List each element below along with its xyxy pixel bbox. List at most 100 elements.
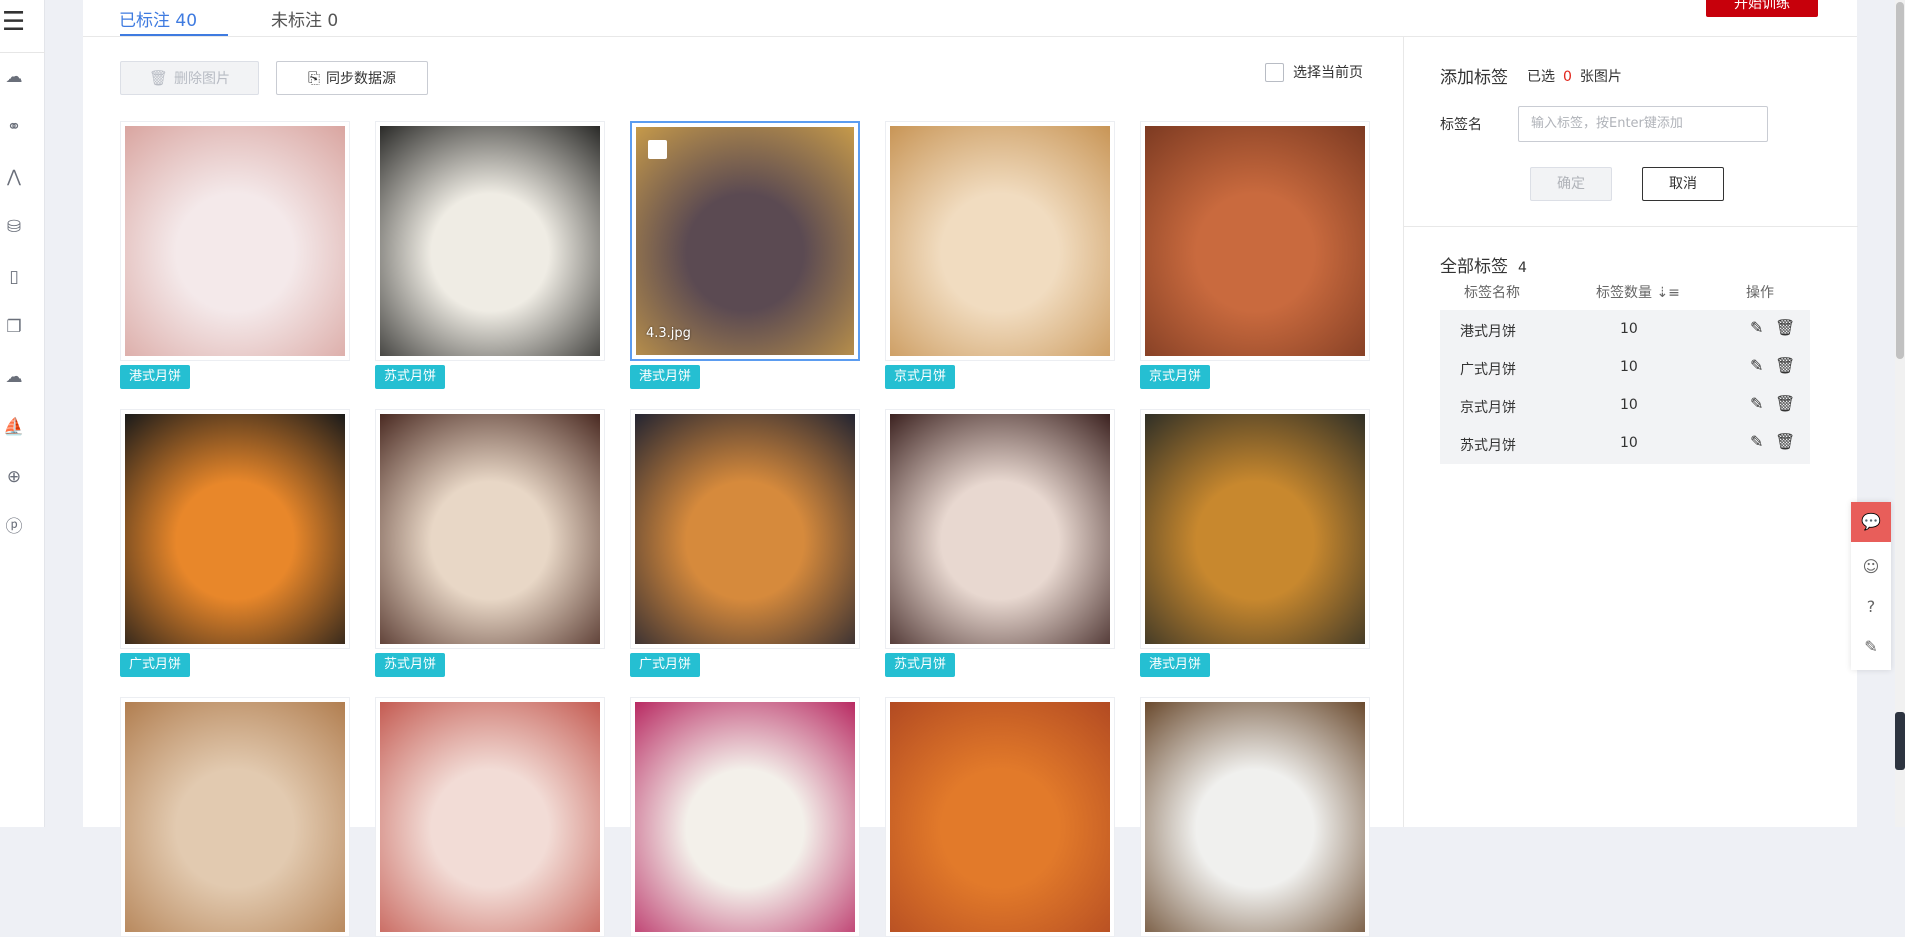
mooncake-photo xyxy=(125,702,345,932)
delete-icon[interactable]: 🗑 xyxy=(1775,356,1795,375)
mooncake-photo xyxy=(1145,702,1365,932)
image-thumbnail[interactable] xyxy=(120,409,350,649)
confirm-button[interactable]: 确定 xyxy=(1530,167,1612,201)
label-panel: 添加标签 已选 0 张图片 标签名 输入标签，按Enter键添加 确定 取消 全部标… xyxy=(1403,37,1858,827)
page-scrollbar[interactable] xyxy=(1895,0,1905,827)
image-thumbnail[interactable] xyxy=(375,409,605,649)
image-thumbnail[interactable] xyxy=(375,697,605,937)
image-card[interactable]: 京式月饼 xyxy=(1140,121,1370,389)
select-current-page[interactable]: 选择当前页 xyxy=(1265,62,1363,82)
network-icon[interactable]: ⋀ xyxy=(3,166,25,188)
image-card[interactable]: 港式月饼 xyxy=(1140,409,1370,677)
help-icon[interactable]: ? xyxy=(1851,587,1891,627)
note-icon[interactable]: ✎ xyxy=(1851,627,1891,667)
image-thumbnail[interactable] xyxy=(1140,121,1370,361)
chat-icon[interactable]: 💬 xyxy=(1851,502,1891,542)
mooncake-photo xyxy=(380,702,600,932)
smile-icon[interactable]: ☺ xyxy=(1851,547,1891,587)
mooncake-photo xyxy=(1145,414,1365,644)
edit-icon[interactable]: ✎ xyxy=(1750,394,1763,413)
label-input[interactable]: 输入标签，按Enter键添加 xyxy=(1518,106,1768,142)
selected-count: 已选 0 张图片 xyxy=(1527,66,1622,86)
side-handle[interactable] xyxy=(1895,712,1905,770)
image-tag: 京式月饼 xyxy=(885,365,956,389)
edit-icon[interactable]: ✎ xyxy=(1750,318,1763,337)
mooncake-photo xyxy=(890,702,1110,932)
label-row-name: 广式月饼 xyxy=(1460,362,1516,378)
image-thumbnail[interactable] xyxy=(885,121,1115,361)
image-tag: 京式月饼 xyxy=(1140,365,1211,389)
mooncake-photo xyxy=(125,126,345,356)
image-thumbnail[interactable] xyxy=(120,697,350,937)
label-row-name: 京式月饼 xyxy=(1460,400,1516,416)
image-card[interactable]: 广式月饼 xyxy=(120,409,350,677)
image-card[interactable]: 广式月饼 xyxy=(630,409,860,677)
selected-prefix: 已选 xyxy=(1527,69,1555,85)
image-card[interactable] xyxy=(1140,697,1370,937)
col-label-count[interactable]: 标签数量 ⇣≡ xyxy=(1596,282,1680,302)
select-page-checkbox[interactable] xyxy=(1265,62,1284,82)
start-training-button[interactable]: 开始训练 xyxy=(1706,0,1818,17)
image-thumbnail[interactable] xyxy=(375,121,605,361)
delete-images-label: 删除图片 xyxy=(174,71,231,87)
image-select-checkbox[interactable] xyxy=(648,140,667,159)
image-card[interactable] xyxy=(630,697,860,937)
sort-icon[interactable]: ⇣≡ xyxy=(1656,285,1679,301)
col-label-count-text: 标签数量 xyxy=(1596,285,1652,301)
label-row-count: 10 xyxy=(1620,435,1638,451)
image-card[interactable]: 4.3.jpg 港式月饼 xyxy=(630,121,860,389)
edit-icon[interactable]: ✎ xyxy=(1750,356,1763,375)
image-tag: 港式月饼 xyxy=(1140,653,1211,677)
database-icon[interactable]: ⛁ xyxy=(3,216,25,238)
menu-icon[interactable]: ☰ xyxy=(2,9,28,36)
mooncake-photo xyxy=(380,126,600,356)
cloud-check-icon[interactable]: ☁ xyxy=(3,366,25,388)
image-card[interactable]: 苏式月饼 xyxy=(375,409,605,677)
panel-divider xyxy=(1404,226,1858,227)
image-card[interactable]: 苏式月饼 xyxy=(375,121,605,389)
cluster-icon[interactable]: ⚭ xyxy=(3,116,25,138)
label-row-count: 10 xyxy=(1620,397,1638,413)
rail-divider xyxy=(0,52,45,53)
ip-icon[interactable]: ⓟ xyxy=(3,516,25,538)
col-label-name: 标签名称 xyxy=(1464,285,1520,301)
image-card[interactable]: 京式月饼 xyxy=(885,121,1115,389)
mooncake-photo xyxy=(890,126,1110,356)
image-thumbnail[interactable]: 4.3.jpg xyxy=(630,121,860,361)
image-thumbnail[interactable] xyxy=(630,409,860,649)
scrollbar-thumb[interactable] xyxy=(1896,2,1904,359)
col-ops: 操作 xyxy=(1746,285,1774,301)
image-tag: 苏式月饼 xyxy=(375,653,446,677)
image-thumbnail[interactable] xyxy=(885,697,1115,937)
delete-icon[interactable]: 🗑 xyxy=(1775,318,1795,337)
image-card[interactable] xyxy=(120,697,350,937)
mooncake-photo xyxy=(890,414,1110,644)
main-content: 已标注 40 未标注 0 开始训练 🗑 删除图片 ⎘ 同步数据源 选择当前页 港… xyxy=(83,0,1858,937)
delete-images-button[interactable]: 🗑 删除图片 xyxy=(120,61,259,95)
image-filename: 4.3.jpg xyxy=(646,326,691,341)
image-thumbnail[interactable] xyxy=(630,697,860,937)
delete-icon[interactable]: 🗑 xyxy=(1775,394,1795,413)
sync-datasource-button[interactable]: ⎘ 同步数据源 xyxy=(276,61,428,95)
tab-labeled[interactable]: 已标注 40 xyxy=(119,6,197,31)
image-thumbnail[interactable] xyxy=(1140,697,1370,937)
image-card[interactable]: 苏式月饼 xyxy=(885,409,1115,677)
image-card[interactable] xyxy=(375,697,605,937)
copy-icon[interactable]: ❐ xyxy=(3,316,25,338)
delete-icon[interactable]: 🗑 xyxy=(1775,432,1795,451)
select-page-label: 选择当前页 xyxy=(1293,65,1363,81)
image-thumbnail[interactable] xyxy=(885,409,1115,649)
globe-icon[interactable]: ⊕ xyxy=(3,466,25,488)
all-labels-title: 全部标签 4 xyxy=(1440,252,1527,277)
image-card[interactable] xyxy=(885,697,1115,937)
cancel-button[interactable]: 取消 xyxy=(1642,167,1724,201)
edit-icon[interactable]: ✎ xyxy=(1750,432,1763,451)
trash-icon: 🗑 xyxy=(148,69,169,87)
cloud-icon[interactable]: ☁ xyxy=(3,66,25,88)
image-card[interactable]: 港式月饼 xyxy=(120,121,350,389)
image-thumbnail[interactable] xyxy=(1140,409,1370,649)
image-thumbnail[interactable] xyxy=(120,121,350,361)
sail-icon[interactable]: ⛵ xyxy=(3,416,25,438)
tab-unlabeled[interactable]: 未标注 0 xyxy=(271,6,338,31)
device-icon[interactable]: ▯ xyxy=(3,266,25,288)
